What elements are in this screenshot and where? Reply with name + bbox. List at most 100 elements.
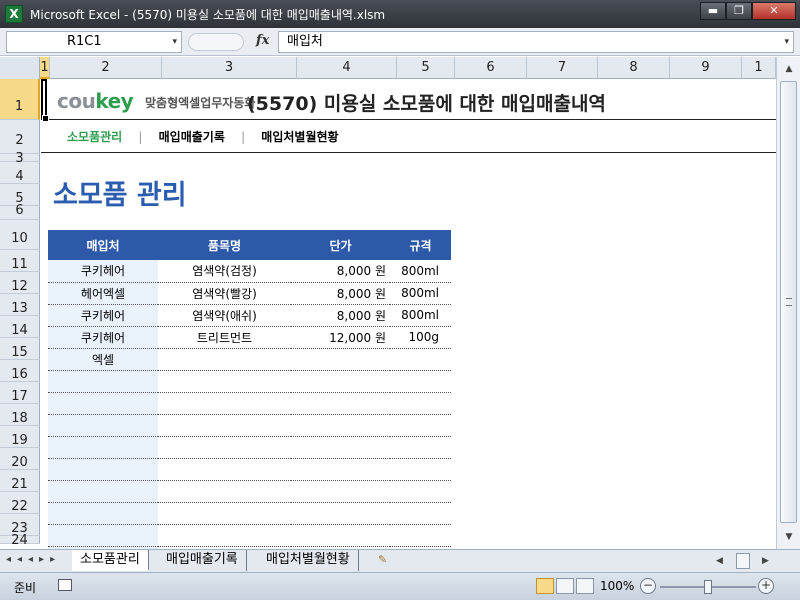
- zoom-out-button[interactable]: −: [640, 578, 656, 594]
- cell-unit-price[interactable]: [291, 436, 390, 459]
- cell-unit-price[interactable]: [291, 348, 390, 371]
- worksheet-grid[interactable]: coukey 맞춤형엑셀업무자동화 (5570) 미용실 소모품에 대한 매입매…: [41, 79, 776, 549]
- cell-vendor[interactable]: [48, 524, 158, 547]
- vertical-scroll-thumb[interactable]: [780, 81, 797, 523]
- row-header[interactable]: 1: [0, 79, 40, 120]
- cell-vendor[interactable]: 쿠키헤어: [48, 304, 158, 327]
- nav-link-supplies[interactable]: 소모품관리: [67, 130, 122, 144]
- cell-item-name[interactable]: [158, 436, 291, 459]
- cell-vendor[interactable]: 헤어엑셀: [48, 282, 158, 305]
- column-header[interactable]: 8: [598, 57, 670, 79]
- cell-spec[interactable]: 800ml: [390, 260, 451, 283]
- column-header[interactable]: 6: [455, 57, 527, 79]
- row-header[interactable]: 15: [0, 338, 40, 360]
- cell-vendor[interactable]: [48, 480, 158, 503]
- column-header[interactable]: 5: [397, 57, 455, 79]
- zoom-level[interactable]: 100%: [600, 579, 634, 593]
- cell-vendor[interactable]: [48, 414, 158, 437]
- cell-item-name[interactable]: [158, 392, 291, 415]
- cell-spec[interactable]: 800ml: [390, 282, 451, 305]
- cell-unit-price[interactable]: [291, 524, 390, 547]
- select-all-corner[interactable]: [0, 57, 40, 79]
- cell-spec[interactable]: [390, 348, 451, 371]
- name-box[interactable]: R1C1 ▾: [6, 31, 182, 53]
- row-header[interactable]: 2: [0, 120, 40, 154]
- row-header[interactable]: 17: [0, 382, 40, 404]
- cell-spec[interactable]: [390, 414, 451, 437]
- header-item-name[interactable]: 품목명: [158, 230, 291, 260]
- scroll-down-arrow-icon[interactable]: ▼: [781, 529, 797, 545]
- cell-item-name[interactable]: [158, 480, 291, 503]
- row-header[interactable]: 4: [0, 162, 40, 184]
- name-box-dropdown-icon[interactable]: ▾: [172, 32, 177, 52]
- cell-item-name[interactable]: [158, 524, 291, 547]
- maximize-button[interactable]: ❐: [726, 2, 752, 20]
- minimize-button[interactable]: ▬: [700, 2, 726, 20]
- cell-item-name[interactable]: [158, 502, 291, 525]
- zoom-in-button[interactable]: +: [758, 578, 774, 594]
- cell-unit-price[interactable]: 8,000 원: [291, 260, 390, 283]
- cell-unit-price[interactable]: [291, 502, 390, 525]
- cell-vendor[interactable]: [48, 392, 158, 415]
- row-header[interactable]: 21: [0, 470, 40, 492]
- normal-view-button[interactable]: [536, 578, 554, 594]
- column-header[interactable]: 4: [297, 57, 397, 79]
- row-header[interactable]: 6: [0, 204, 40, 220]
- close-button[interactable]: ✕: [752, 2, 796, 20]
- cell-unit-price[interactable]: [291, 370, 390, 393]
- scroll-up-arrow-icon[interactable]: ▲: [781, 61, 797, 77]
- cell-unit-price[interactable]: 12,000 원: [291, 326, 390, 349]
- page-layout-view-button[interactable]: [556, 578, 574, 594]
- formula-cancel-enter-area[interactable]: [188, 33, 244, 51]
- page-break-view-button[interactable]: [576, 578, 594, 594]
- cell-item-name[interactable]: [158, 370, 291, 393]
- cell-vendor[interactable]: 쿠키헤어: [48, 326, 158, 349]
- sheet-tab-purchase-sales[interactable]: 매입매출기록: [158, 550, 247, 571]
- cell-spec[interactable]: [390, 370, 451, 393]
- insert-function-icon[interactable]: fx: [256, 33, 269, 48]
- column-header[interactable]: 1: [40, 57, 50, 79]
- row-header[interactable]: 14: [0, 316, 40, 338]
- insert-sheet-icon[interactable]: ✎: [378, 553, 396, 567]
- nav-link-purchase-sales[interactable]: 매입매출기록: [159, 130, 225, 144]
- cell-vendor[interactable]: [48, 436, 158, 459]
- cell-spec[interactable]: [390, 436, 451, 459]
- cell-unit-price[interactable]: [291, 414, 390, 437]
- cell-vendor[interactable]: 엑셀: [48, 348, 158, 371]
- excel-app-icon[interactable]: X: [5, 5, 23, 23]
- vertical-scrollbar[interactable]: ▲ ▼: [776, 57, 800, 549]
- cell-vendor[interactable]: [48, 370, 158, 393]
- nav-link-vendor-monthly[interactable]: 매입처별월현황: [261, 130, 338, 144]
- cell-unit-price[interactable]: [291, 480, 390, 503]
- cell-item-name[interactable]: 염색약(검정): [158, 260, 291, 283]
- cell-item-name[interactable]: [158, 414, 291, 437]
- cell-vendor[interactable]: [48, 458, 158, 481]
- cell-unit-price[interactable]: 8,000 원: [291, 304, 390, 327]
- cell-unit-price[interactable]: 8,000 원: [291, 282, 390, 305]
- row-header[interactable]: 10: [0, 220, 40, 250]
- row-header[interactable]: 16: [0, 360, 40, 382]
- cell-spec[interactable]: [390, 480, 451, 503]
- cell-spec[interactable]: 800ml: [390, 304, 451, 327]
- cell-unit-price[interactable]: [291, 392, 390, 415]
- cell-item-name[interactable]: 염색약(빨강): [158, 282, 291, 305]
- row-header[interactable]: 20: [0, 448, 40, 470]
- row-header[interactable]: 19: [0, 426, 40, 448]
- row-header[interactable]: 24: [0, 534, 40, 547]
- cell-vendor[interactable]: 쿠키헤어: [48, 260, 158, 283]
- scroll-left-arrow-icon[interactable]: ◀: [716, 553, 723, 569]
- row-header[interactable]: 22: [0, 492, 40, 514]
- header-unit-price[interactable]: 단가: [291, 230, 390, 260]
- cell-spec[interactable]: [390, 458, 451, 481]
- cell-item-name[interactable]: [158, 348, 291, 371]
- column-header[interactable]: 9: [670, 57, 742, 79]
- horizontal-scroll-thumb[interactable]: [736, 553, 750, 569]
- formula-input[interactable]: 매입처 ▾: [278, 31, 794, 53]
- macro-record-icon[interactable]: [58, 579, 72, 591]
- scroll-right-arrow-icon[interactable]: ▶: [762, 553, 769, 569]
- header-vendor[interactable]: 매입처: [48, 230, 158, 260]
- row-header[interactable]: 3: [0, 152, 40, 165]
- row-header[interactable]: 11: [0, 250, 40, 272]
- sheet-tab-navigation-icons[interactable]: ◂◂◂▸▸: [6, 554, 61, 565]
- cell-spec[interactable]: [390, 502, 451, 525]
